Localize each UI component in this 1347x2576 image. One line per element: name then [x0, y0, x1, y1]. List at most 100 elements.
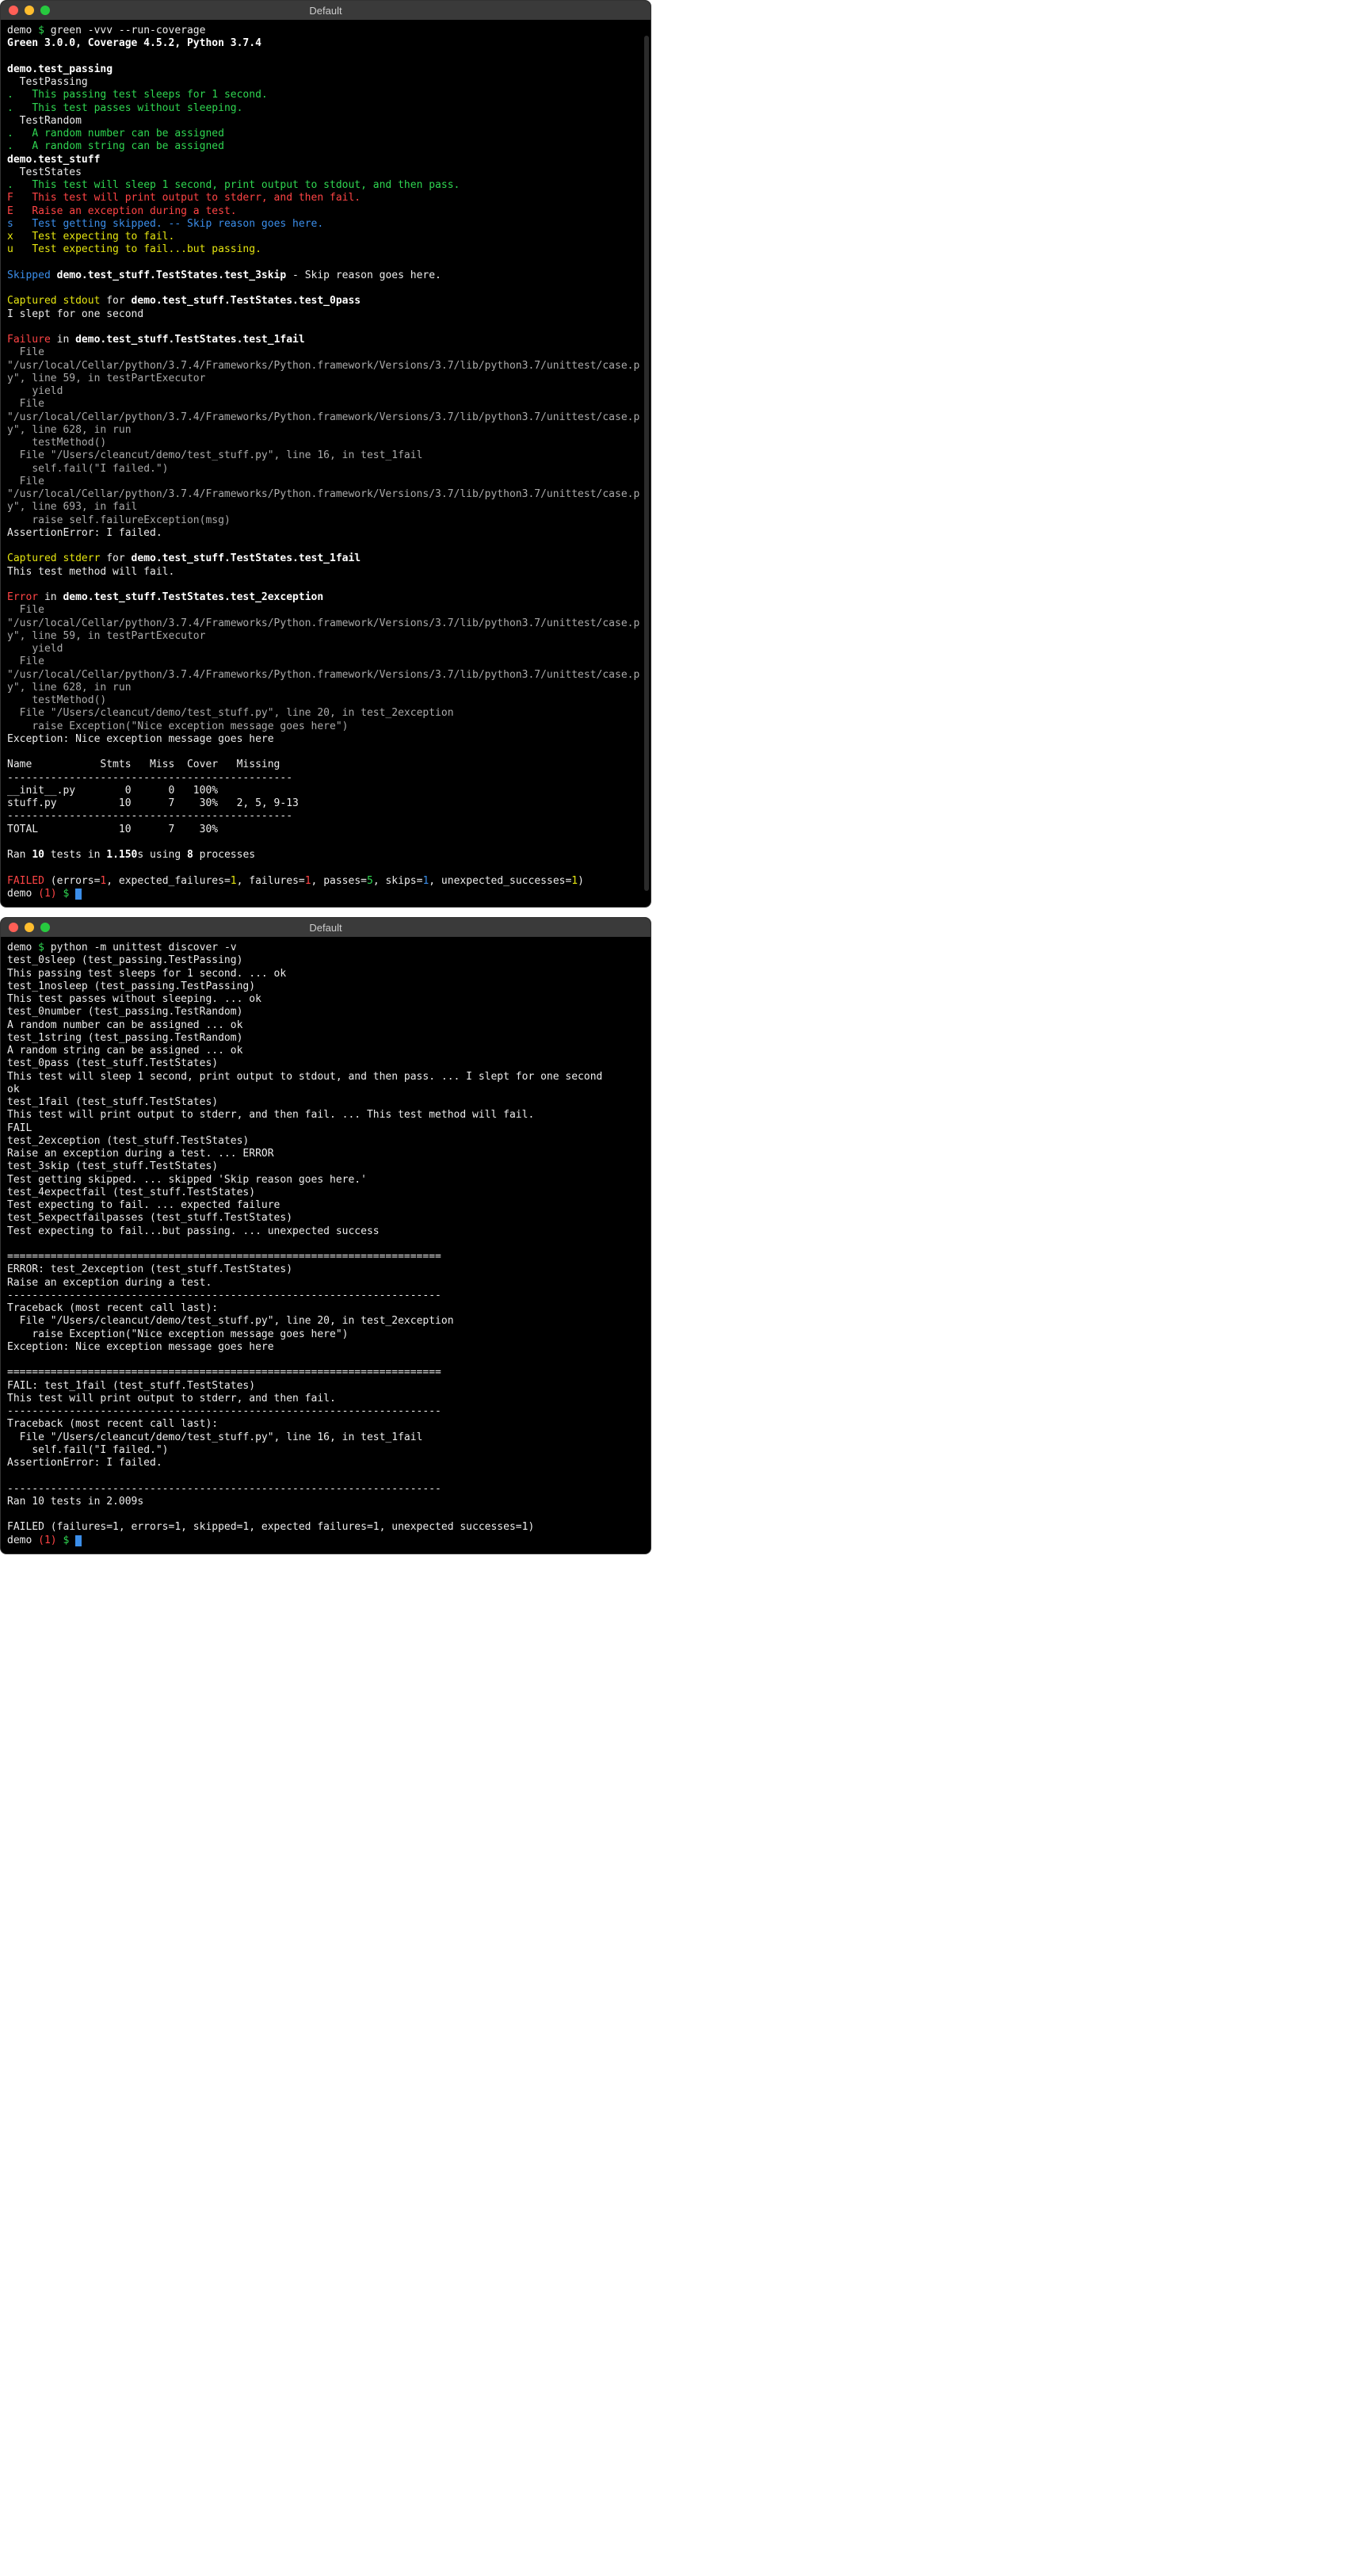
exception-line: Exception: Nice exception message goes h…: [7, 733, 274, 745]
separator: ----------------------------------------…: [7, 772, 292, 784]
close-icon[interactable]: [9, 923, 18, 932]
coverage-row: stuff.py 10 7 30% 2, 5, 9-13: [7, 797, 299, 809]
skipped-reason: - Skip reason goes here.: [292, 269, 441, 281]
traceback-line: yield: [7, 385, 63, 397]
separator: ----------------------------------------…: [7, 810, 292, 822]
skipped-target: demo.test_stuff.TestStates.test_3skip: [57, 269, 287, 281]
output-line: test_1nosleep (test_passing.TestPassing): [7, 980, 255, 992]
window-title: Default: [9, 922, 643, 934]
output-line: This test will sleep 1 second, print out…: [7, 1071, 602, 1083]
fail-header: FAIL: test_1fail (test_stuff.TestStates): [7, 1380, 255, 1392]
titlebar[interactable]: Default: [1, 918, 651, 937]
for-label: for: [106, 552, 124, 564]
ran-time: 1.150: [106, 849, 137, 861]
zoom-icon[interactable]: [40, 923, 50, 932]
test-result: Test expecting to fail...but passing.: [32, 243, 261, 255]
separator: ----------------------------------------…: [7, 1405, 441, 1417]
test-result: This test will print output to stderr, a…: [32, 192, 361, 204]
scrollbar[interactable]: [644, 36, 649, 891]
output-line: This test passes without sleeping. ... o…: [7, 993, 261, 1005]
test-result: A random string can be assigned: [32, 140, 224, 152]
traceback-line: raise Exception("Nice exception message …: [7, 720, 348, 732]
output-line: Raise an exception during a test. ... ER…: [7, 1148, 274, 1160]
separator: ========================================…: [7, 1251, 441, 1263]
coverage-header: Name Stmts Miss Cover Missing: [7, 759, 280, 770]
error-header: ERROR: test_2exception (test_stuff.TestS…: [7, 1263, 292, 1275]
coverage-row: __init__.py 0 0 100%: [7, 785, 218, 797]
separator: ========================================…: [7, 1366, 441, 1378]
traceback-line: Exception: Nice exception message goes h…: [7, 1341, 274, 1353]
traceback-line: File "/Users/cleancut/demo/test_stuff.py…: [7, 1315, 454, 1327]
coverage-total: TOTAL 10 7 30%: [7, 824, 218, 835]
module-name: demo.test_stuff: [7, 154, 100, 166]
error-target: demo.test_stuff.TestStates.test_2excepti…: [63, 591, 323, 603]
command-text: green -vvv --run-coverage: [51, 25, 206, 36]
test-result: A random number can be assigned: [32, 128, 224, 140]
close-icon[interactable]: [9, 6, 18, 15]
class-name: TestRandom: [20, 115, 82, 127]
prompt-user: demo: [7, 942, 32, 954]
in-label: in: [44, 591, 57, 603]
captured-stdout-label: Captured stdout: [7, 295, 100, 307]
output-line: test_0number (test_passing.TestRandom): [7, 1006, 242, 1018]
traffic-lights: [9, 923, 50, 932]
class-name: TestPassing: [20, 76, 88, 88]
titlebar[interactable]: Default: [1, 1, 651, 20]
ran-text: tests in: [44, 849, 106, 861]
traceback-line: File "/Users/cleancut/demo/test_stuff.py…: [7, 707, 454, 719]
stat-val: 1: [571, 875, 578, 887]
terminal-body[interactable]: demo $ green -vvv --run-coverage Green 3…: [1, 20, 651, 907]
output-line: ok: [7, 1084, 20, 1095]
ran-procs: 8: [187, 849, 193, 861]
output-line: test_0pass (test_stuff.TestStates): [7, 1057, 218, 1069]
traffic-lights: [9, 6, 50, 15]
terminal-output: demo $ python -m unittest discover -v te…: [7, 942, 644, 1547]
terminal-window-2: Default demo $ python -m unittest discov…: [0, 917, 651, 1554]
prompt-symbol: $: [38, 942, 44, 954]
traceback-line: yield: [7, 643, 63, 655]
window-title: Default: [9, 5, 643, 17]
failure-target: demo.test_stuff.TestStates.test_1fail: [75, 334, 305, 346]
output-line: test_0sleep (test_passing.TestPassing): [7, 954, 242, 966]
separator: ----------------------------------------…: [7, 1483, 441, 1495]
output-line: test_4expectfail (test_stuff.TestStates): [7, 1187, 255, 1198]
stat-key: , skips=: [373, 875, 423, 887]
output-line: test_1fail (test_stuff.TestStates): [7, 1096, 218, 1108]
traceback-line: raise self.failureException(msg): [7, 514, 231, 526]
output-line: test_2exception (test_stuff.TestStates): [7, 1135, 249, 1147]
output-line: This test will print output to stderr, a…: [7, 1109, 534, 1121]
test-result: Test getting skipped.: [32, 218, 162, 230]
traceback-line: testMethod(): [7, 694, 106, 706]
prompt-symbol: $: [38, 25, 44, 36]
traceback-line: raise Exception("Nice exception message …: [7, 1328, 348, 1340]
prompt-user: demo: [7, 25, 32, 36]
in-label: in: [57, 334, 70, 346]
output-line: A random number can be assigned ... ok: [7, 1019, 242, 1031]
separator: ----------------------------------------…: [7, 1290, 441, 1301]
failed-label: FAILED: [7, 875, 44, 887]
stat-val: 1: [231, 875, 237, 887]
captured-stderr-label: Captured stderr: [7, 552, 100, 564]
failure-label: Failure: [7, 334, 51, 346]
stderr-body: This test method will fail.: [7, 566, 174, 578]
traceback-header: Traceback (most recent call last):: [7, 1418, 218, 1430]
traceback-header: Traceback (most recent call last):: [7, 1302, 218, 1314]
failed-summary: FAILED (failures=1, errors=1, skipped=1,…: [7, 1521, 534, 1533]
output-line: This passing test sleeps for 1 second. .…: [7, 968, 286, 980]
ran-count: 10: [32, 849, 44, 861]
minimize-icon[interactable]: [25, 923, 34, 932]
cursor-icon: [75, 1535, 82, 1546]
output-line: test_1string (test_passing.TestRandom): [7, 1032, 242, 1044]
ran-text: Ran: [7, 849, 32, 861]
terminal-body[interactable]: demo $ python -m unittest discover -v te…: [1, 937, 651, 1554]
traceback-line: self.fail("I failed."): [7, 1444, 169, 1456]
version-line: Green 3.0.0, Coverage 4.5.2, Python 3.7.…: [7, 37, 261, 49]
output-line: Test getting skipped. ... skipped 'Skip …: [7, 1174, 367, 1186]
traceback-line: File "/usr/local/Cellar/python/3.7.4/Fra…: [7, 346, 639, 384]
minimize-icon[interactable]: [25, 6, 34, 15]
stdout-target: demo.test_stuff.TestStates.test_0pass: [132, 295, 361, 307]
terminal-window-1: Default demo $ green -vvv --run-coverage…: [0, 0, 651, 908]
test-result: This test passes without sleeping.: [32, 102, 242, 114]
output-line: A random string can be assigned ... ok: [7, 1045, 242, 1057]
zoom-icon[interactable]: [40, 6, 50, 15]
